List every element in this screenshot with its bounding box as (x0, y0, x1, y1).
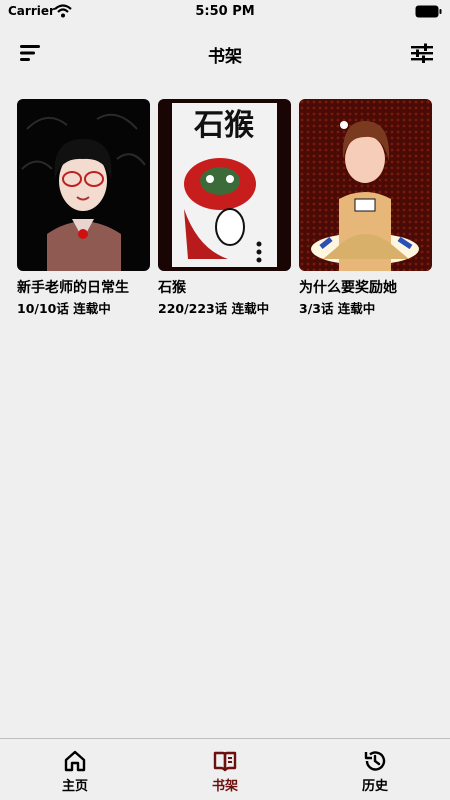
status-time: 5:50 PM (195, 4, 255, 19)
nav-bar: 书架 (0, 36, 450, 70)
tab-label: 主页 (61, 779, 88, 794)
screen: Carrier 5:50 PM 书架 新手老师的日常生 10/10话 连载中 石… (0, 0, 450, 800)
book-progress: 3/3话 连载中 (299, 301, 376, 316)
page-title: 书架 (208, 47, 242, 67)
tab-bar: 主页 书架 历史 (0, 738, 450, 800)
book-progress: 220/223话 连载中 (158, 301, 270, 316)
book-title[interactable]: 新手老师的日常生 (17, 277, 150, 297)
tab-bookshelf[interactable]: 书架 (150, 739, 300, 800)
book-card[interactable]: 石猴 石猴 220/223话 连载中 (158, 99, 291, 317)
status-bar: Carrier 5:50 PM (0, 0, 450, 24)
filter-icon[interactable] (410, 42, 434, 64)
book-cover-image[interactable] (17, 99, 150, 271)
bookshelf-icon (213, 751, 237, 772)
tab-label: 书架 (211, 779, 238, 794)
home-icon (64, 750, 86, 772)
book-card[interactable]: 为什么要奖励她 3/3话 连载中 (299, 99, 432, 317)
book-progress: 10/10话 连载中 (17, 301, 111, 316)
book-card[interactable]: 新手老师的日常生 10/10话 连载中 (17, 99, 150, 317)
battery-icon (415, 5, 442, 18)
tab-history[interactable]: 历史 (300, 739, 450, 800)
history-icon (364, 751, 386, 771)
book-cover-image[interactable] (299, 99, 432, 271)
book-title[interactable]: 石猴 (158, 277, 291, 297)
book-cover-image[interactable]: 石猴 (158, 99, 291, 271)
book-title[interactable]: 为什么要奖励她 (299, 277, 432, 297)
cover-title-text: 石猴 (193, 108, 254, 143)
bookshelf-grid: 新手老师的日常生 10/10话 连载中 石猴 石猴 220/223话 连载中 为… (17, 99, 433, 317)
tab-label: 历史 (361, 779, 388, 794)
tab-home[interactable]: 主页 (0, 739, 150, 800)
